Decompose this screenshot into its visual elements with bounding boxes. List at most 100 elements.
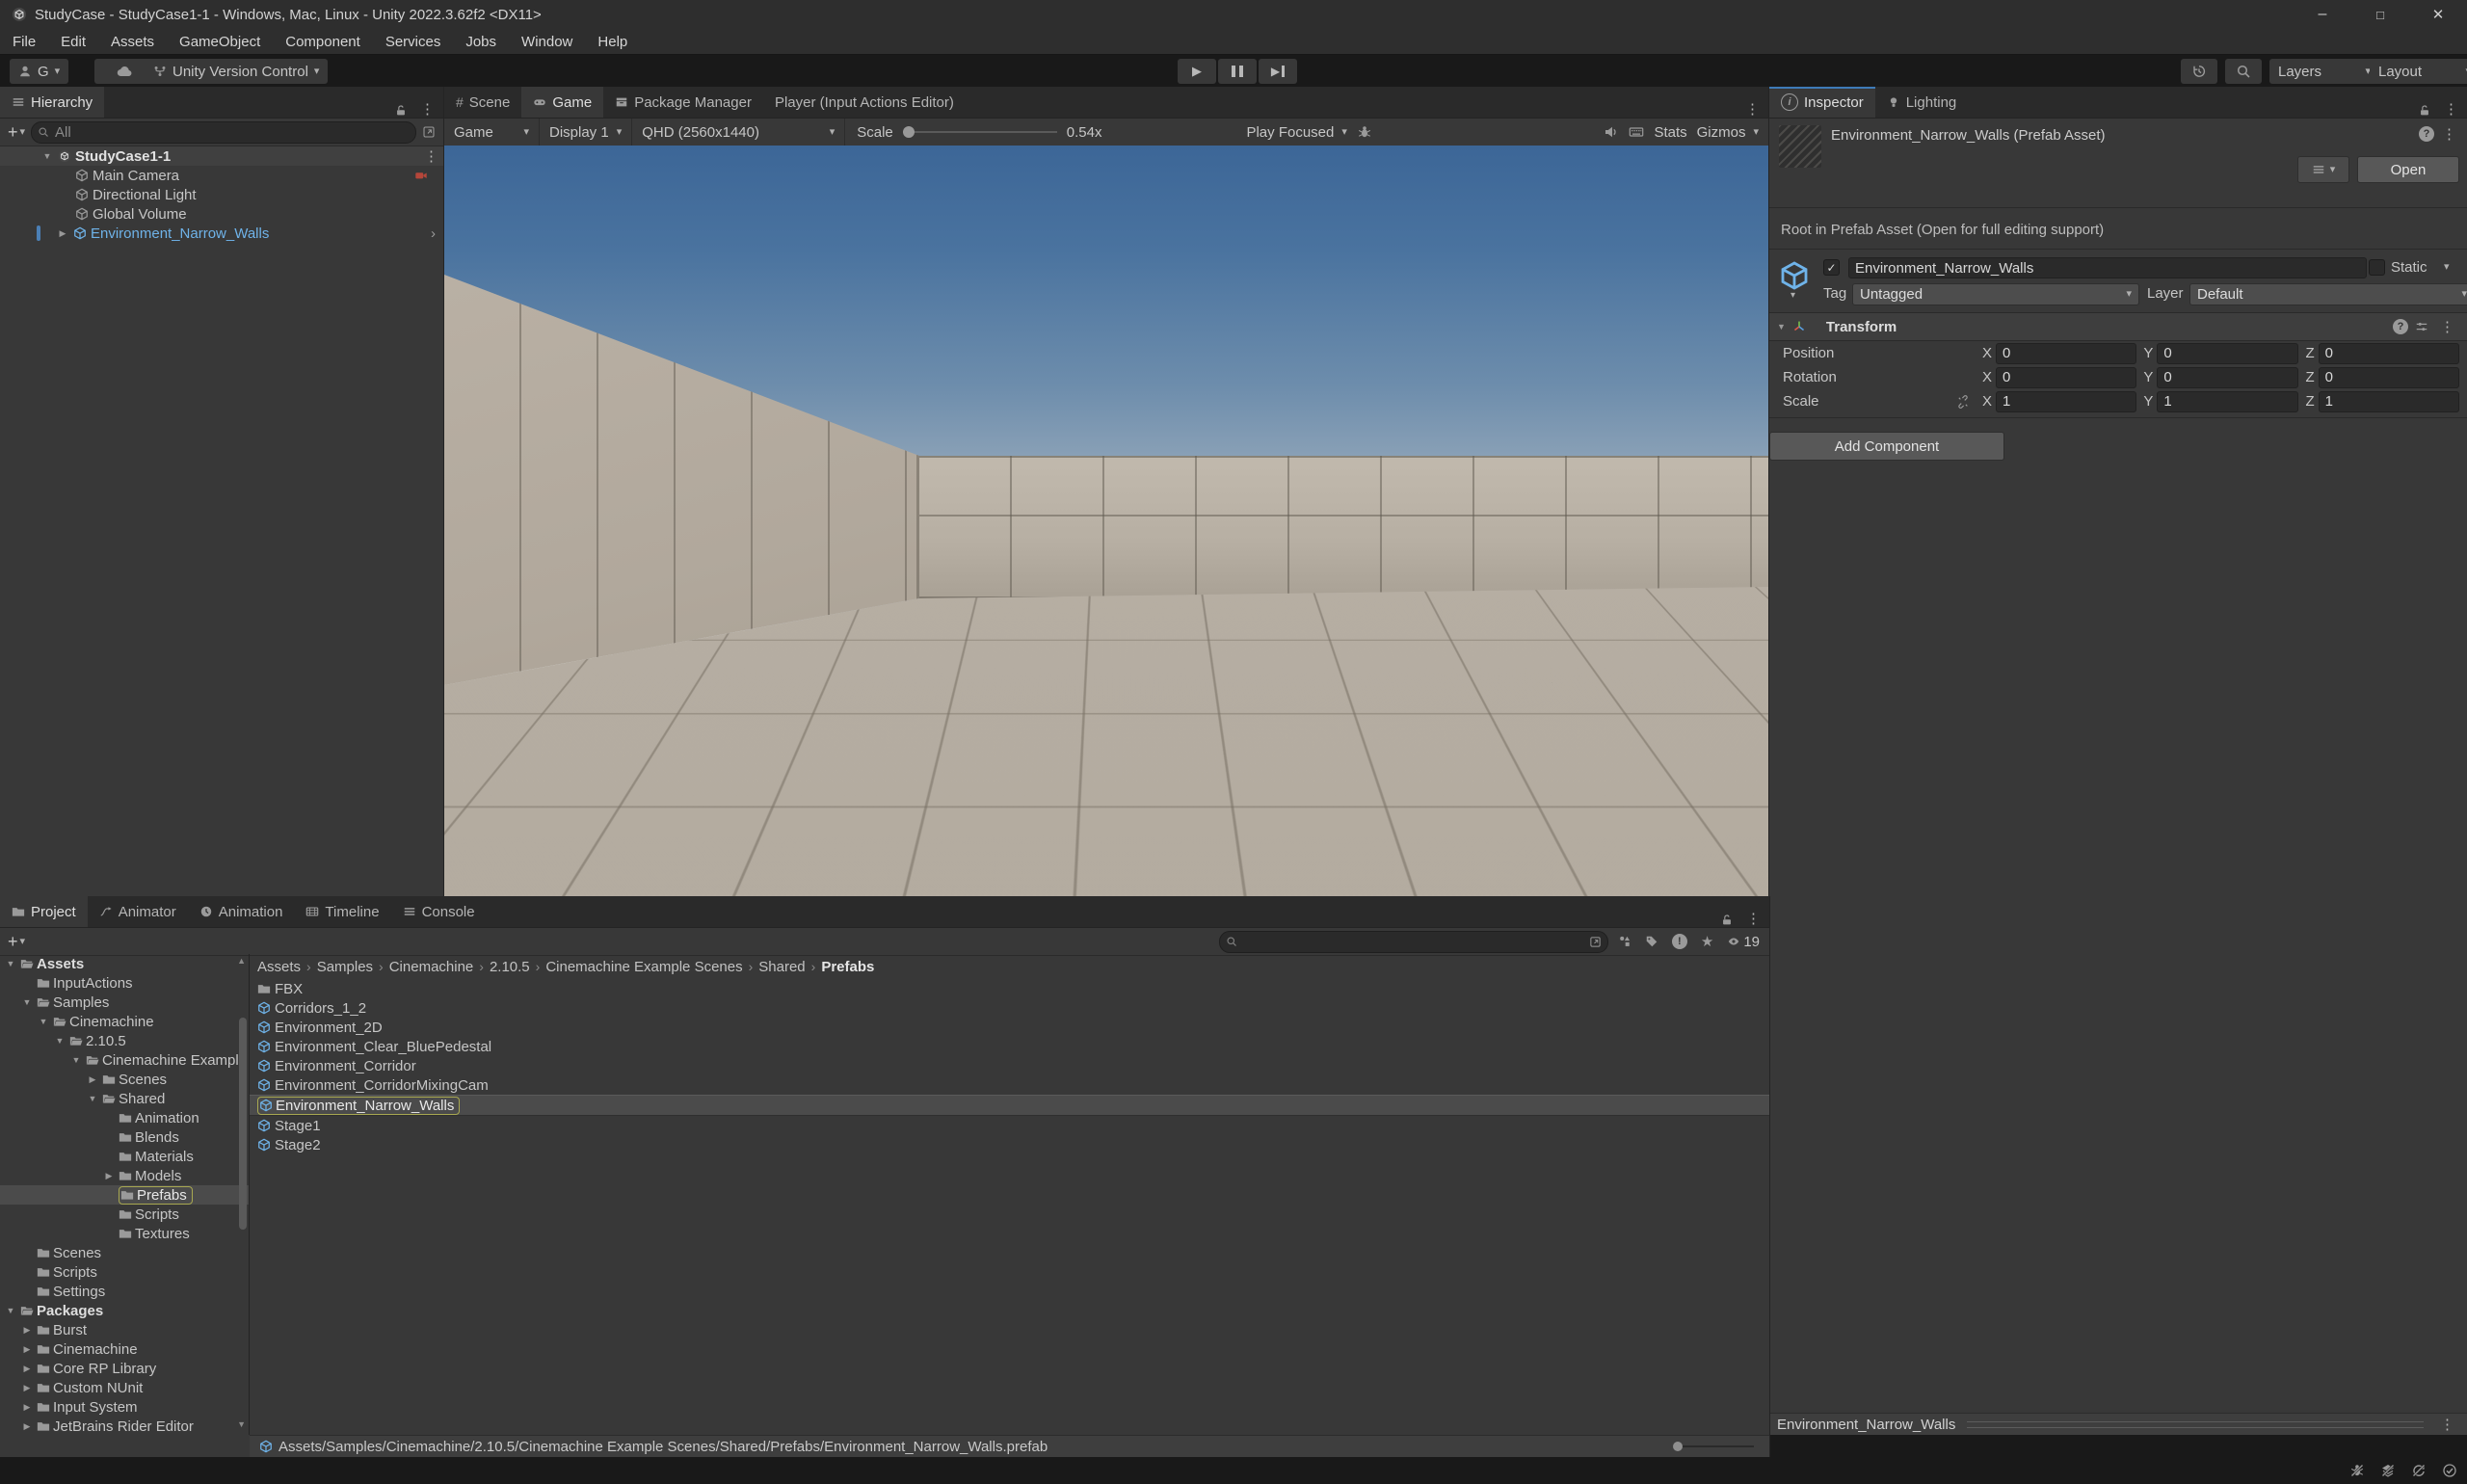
display-dropdown[interactable]: Display 1▾	[540, 119, 632, 146]
position-y-field[interactable]: 0	[2157, 343, 2297, 364]
open-new-window-icon[interactable]	[422, 125, 436, 139]
transform-header[interactable]: ▼ Transform ? ⋮	[1769, 312, 2467, 341]
menu-edit[interactable]: Edit	[48, 29, 98, 54]
tree-item-assets[interactable]: ▼Assets	[0, 954, 249, 973]
asset-environment-clear-bluepedestal[interactable]: Environment_Clear_BluePedestal	[250, 1037, 1769, 1056]
tree-item-cinemachine[interactable]: ▼Cinemachine	[0, 1012, 249, 1031]
game-viewport[interactable]	[444, 146, 1768, 896]
tree-item-version[interactable]: ▼2.10.5	[0, 1031, 249, 1050]
thumbnail-size-slider[interactable]	[1673, 1445, 1754, 1447]
lock-icon[interactable]	[2418, 104, 2431, 118]
breadcrumb-example-scenes[interactable]: Cinemachine Example Scenes	[545, 959, 742, 975]
create-add-button[interactable]: +	[8, 123, 18, 141]
asset-stage1[interactable]: Stage1	[250, 1116, 1769, 1135]
link-broken-icon[interactable]	[1950, 395, 1976, 409]
lock-icon[interactable]	[1720, 914, 1734, 927]
thumbnail-size-handle[interactable]	[1673, 1442, 1683, 1451]
hidden-count-eye-icon[interactable]	[1727, 935, 1740, 948]
tree-item-scenes[interactable]: ▶Scenes	[0, 1070, 249, 1089]
version-control-dropdown[interactable]: Unity Version Control ▾	[145, 59, 328, 84]
scroll-down-icon[interactable]: ▼	[237, 1419, 246, 1429]
open-new-window-icon[interactable]	[1589, 936, 1602, 948]
lock-icon[interactable]	[394, 104, 408, 118]
favorites-star-icon[interactable]: ★	[1701, 933, 1713, 950]
layer-dropdown[interactable]: Default▾	[2189, 283, 2467, 305]
scroll-up-icon[interactable]: ▲	[237, 956, 246, 966]
scale-slider-handle[interactable]	[903, 126, 915, 138]
hierarchy-search[interactable]	[31, 121, 416, 144]
tree-item-shared[interactable]: ▼Shared	[0, 1089, 249, 1108]
breadcrumb-assets[interactable]: Assets	[257, 959, 301, 975]
search-by-label-icon[interactable]	[1645, 935, 1658, 948]
hierarchy-menu-icon[interactable]: ⋮	[415, 100, 439, 118]
tree-item-scripts[interactable]: Scripts	[0, 1205, 249, 1224]
create-asset-button[interactable]: +	[8, 933, 18, 950]
tab-player-input-actions[interactable]: Player (Input Actions Editor)	[763, 87, 966, 118]
active-checkbox[interactable]: ✓	[1823, 259, 1840, 276]
breadcrumb-shared[interactable]: Shared	[758, 959, 805, 975]
undo-history-button[interactable]	[2181, 59, 2217, 84]
tree-item-example-scenes[interactable]: ▼Cinemachine Example Scenes	[0, 1050, 249, 1070]
tab-animator[interactable]: Animator	[88, 896, 188, 927]
asset-stage2[interactable]: Stage2	[250, 1135, 1769, 1154]
tab-game[interactable]: Game	[521, 87, 603, 118]
mute-audio-icon[interactable]	[1604, 124, 1619, 140]
menu-assets[interactable]: Assets	[98, 29, 167, 54]
hierarchy-search-input[interactable]	[53, 123, 410, 142]
hierarchy-item-global-volume[interactable]: Global Volume	[0, 204, 443, 224]
project-search[interactable]	[1219, 931, 1608, 953]
tree-item-core-rp[interactable]: ▶Core RP Library	[0, 1359, 249, 1378]
tab-project[interactable]: Project	[0, 896, 88, 927]
tree-item-prefabs[interactable]: Prefabs	[0, 1185, 249, 1205]
add-component-button[interactable]: Add Component	[1769, 432, 2004, 461]
debug-bug-icon[interactable]	[1357, 124, 1372, 140]
scale-y-field[interactable]: 1	[2157, 391, 2297, 412]
footer-menu-icon[interactable]: ⋮	[2435, 1416, 2459, 1433]
play-focused-dropdown[interactable]: Play Focused▾	[1236, 119, 1356, 146]
tree-item-models[interactable]: ▶Models	[0, 1166, 249, 1185]
chevron-down-icon[interactable]: ▾	[1791, 291, 1795, 301]
chevron-down-icon[interactable]: ▾	[20, 937, 26, 947]
project-menu-icon[interactable]: ⋮	[1741, 910, 1765, 927]
import-warnings-icon[interactable]: !	[1672, 934, 1687, 949]
game-view-dropdown[interactable]: Game▾	[444, 119, 540, 146]
tree-item-custom-nunit[interactable]: ▶Custom NUnit	[0, 1378, 249, 1397]
asset-fbx-folder[interactable]: FBX	[250, 979, 1769, 998]
tree-scrollbar-thumb[interactable]	[239, 1018, 247, 1230]
game-panel-menu-icon[interactable]: ⋮	[1740, 100, 1764, 118]
tab-inspector[interactable]: i Inspector	[1769, 87, 1875, 118]
gameobject-name-field[interactable]: Environment_Narrow_Walls	[1848, 257, 2367, 278]
hierarchy-item-main-camera[interactable]: Main Camera	[0, 166, 443, 185]
tree-item-samples[interactable]: ▼Samples	[0, 993, 249, 1012]
layers-dropdown[interactable]: Layers ▾	[2269, 59, 2379, 84]
pause-button[interactable]	[1218, 59, 1257, 84]
gizmos-dropdown[interactable]: Gizmos▾	[1697, 124, 1759, 141]
menu-component[interactable]: Component	[273, 29, 373, 54]
tree-item-animation[interactable]: Animation	[0, 1108, 249, 1127]
rotation-y-field[interactable]: 0	[2157, 367, 2297, 388]
asset-environment-corridor[interactable]: Environment_Corridor	[250, 1056, 1769, 1075]
tab-console[interactable]: Console	[391, 896, 487, 927]
help-icon[interactable]: ?	[2393, 319, 2408, 334]
tree-item-settings[interactable]: Settings	[0, 1282, 249, 1301]
breadcrumb-samples[interactable]: Samples	[317, 959, 373, 975]
tab-timeline[interactable]: Timeline	[294, 896, 390, 927]
menu-window[interactable]: Window	[509, 29, 585, 54]
properties-list-dropdown[interactable]: ▾	[2297, 156, 2349, 183]
minimize-button[interactable]: –	[2294, 6, 2351, 23]
tab-package-manager[interactable]: Package Manager	[603, 87, 763, 118]
tree-item-burst[interactable]: ▶Burst	[0, 1320, 249, 1339]
account-dropdown[interactable]: G ▾	[10, 59, 68, 84]
tree-item-cinemachine-pkg[interactable]: ▶Cinemachine	[0, 1339, 249, 1359]
position-z-field[interactable]: 0	[2319, 343, 2459, 364]
tree-item-inputactions[interactable]: InputActions	[0, 973, 249, 993]
tab-lighting[interactable]: Lighting	[1875, 87, 1969, 118]
tree-item-scenes-root[interactable]: Scenes	[0, 1243, 249, 1262]
scene-menu-icon[interactable]: ⋮	[419, 147, 443, 165]
search-by-type-icon[interactable]	[1618, 935, 1631, 948]
cache-disabled-icon[interactable]	[2380, 1463, 2396, 1478]
asset-environment-narrow-walls[interactable]: Environment_Narrow_Walls	[250, 1095, 1769, 1116]
foldout-open-icon[interactable]: ▼	[1777, 322, 1786, 331]
tree-item-textures[interactable]: Textures	[0, 1224, 249, 1243]
inspector-menu-icon[interactable]: ⋮	[2439, 100, 2463, 118]
